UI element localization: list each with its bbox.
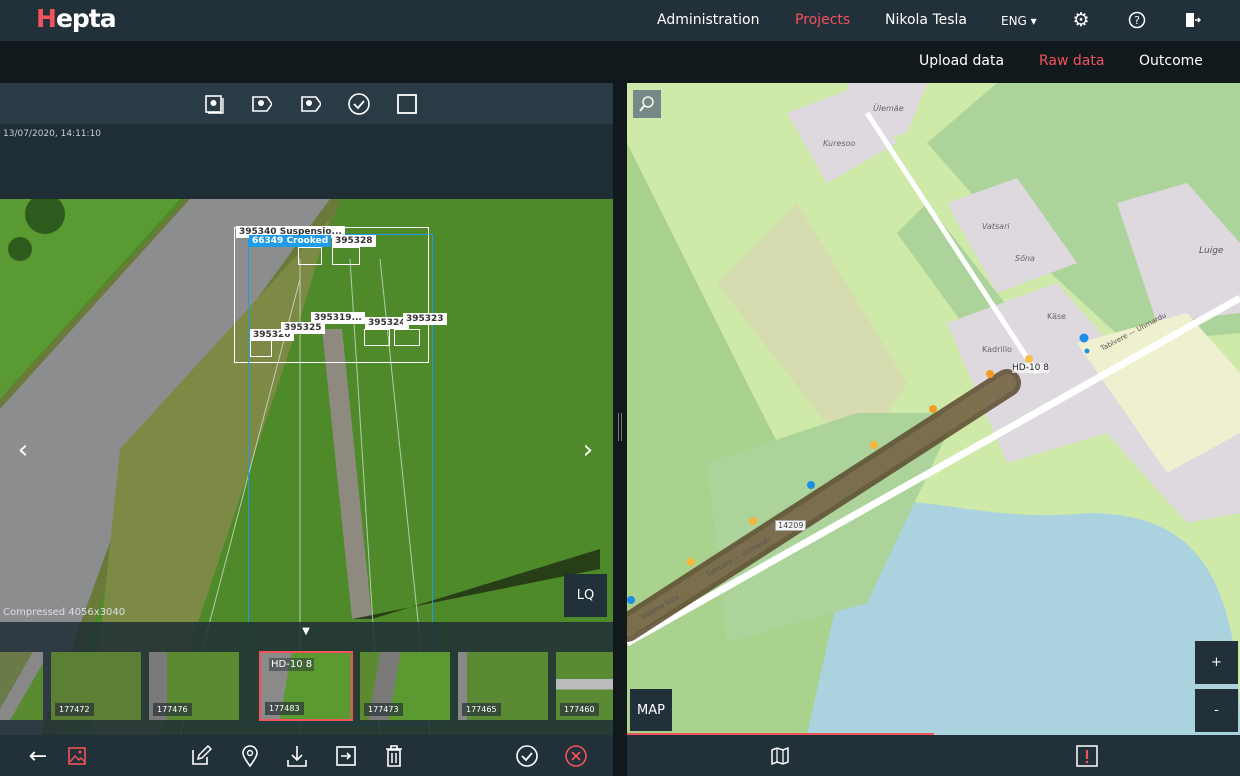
language-value: ENG	[1001, 14, 1027, 28]
subnav-raw-data[interactable]: Raw data	[1039, 53, 1104, 69]
hepta-logo[interactable]: Hepta	[36, 4, 117, 33]
search-map-icon[interactable]	[633, 90, 661, 118]
map-icon[interactable]	[769, 745, 791, 767]
top-header: Hepta Administration Projects Nikola Tes…	[0, 0, 1240, 41]
annotation-box[interactable]	[298, 247, 322, 265]
viewer-bottom-toolbar: ←	[0, 735, 613, 776]
approve-icon[interactable]	[515, 744, 539, 768]
annotation-label-crooked[interactable]: 66349 Crooked	[249, 235, 332, 247]
help-icon[interactable]: ?	[1127, 10, 1147, 30]
annotation-label[interactable]: 395323	[403, 313, 447, 325]
collapse-strip-icon[interactable]: ▼	[299, 626, 313, 637]
back-arrow-icon[interactable]: ←	[26, 744, 50, 769]
show-tag-icon[interactable]	[299, 93, 321, 115]
image-viewer-panel: 13/07/2020, 14:11:10 395340 Suspensio...…	[0, 83, 613, 776]
map-label: Vatsari	[982, 222, 1010, 231]
subnav-upload-data[interactable]: Upload data	[919, 53, 1004, 69]
thumbnail[interactable]: 177472	[51, 652, 141, 720]
image-timestamp: 13/07/2020, 14:11:10	[3, 129, 102, 139]
language-select[interactable]: ENG ▾	[1001, 14, 1037, 28]
thumbnail-id: 177472	[55, 703, 94, 716]
map-canvas	[627, 83, 1240, 735]
download-icon[interactable]	[286, 744, 308, 768]
subnav-outcome[interactable]: Outcome	[1139, 53, 1203, 69]
map-label: Sõna	[1015, 254, 1035, 263]
thumbnail[interactable]: 177465	[458, 652, 548, 720]
alert-box-icon[interactable]	[1075, 743, 1099, 769]
thumbnail[interactable]: 177476	[149, 652, 239, 720]
annotation-box[interactable]	[250, 339, 272, 357]
map-label: Ülemäe	[873, 104, 904, 113]
quality-toggle-button[interactable]: LQ	[564, 574, 607, 617]
map-label: Luige	[1199, 246, 1224, 256]
svg-text:?: ?	[1134, 14, 1140, 27]
thumbnail-selected[interactable]: HD-10 8 177483	[259, 651, 353, 721]
pole-label: HD-10 8	[1012, 363, 1049, 373]
thumbnail[interactable]	[0, 652, 43, 720]
edit-icon[interactable]	[190, 745, 212, 767]
thumbnail-id: 177460	[560, 703, 599, 716]
previous-image-icon[interactable]: ‹	[10, 435, 36, 465]
zoom-in-button[interactable]: +	[1195, 641, 1238, 684]
annotation-label[interactable]: 395325	[281, 322, 325, 334]
active-tab-indicator	[627, 733, 934, 735]
thumbnail[interactable]: 177473	[360, 652, 450, 720]
gear-icon[interactable]: ⚙	[1071, 9, 1091, 31]
map-label: Kuresoo	[823, 139, 856, 148]
road-number-shield: 14209	[775, 520, 807, 531]
nav-user[interactable]: Nikola Tesla	[885, 12, 967, 28]
thumbnail-strip: ▼ 177472 177476 HD-10 8 177483 177473 177…	[0, 622, 613, 735]
check-icon[interactable]	[347, 92, 371, 116]
nav-administration[interactable]: Administration	[657, 12, 759, 28]
image-icon[interactable]	[66, 745, 88, 767]
zoom-out-button[interactable]: -	[1195, 689, 1238, 732]
bounding-box-icon[interactable]	[395, 92, 419, 116]
map-bottom-tabs	[627, 733, 1240, 776]
trash-icon[interactable]	[383, 744, 405, 768]
thumbnail-id: 177473	[364, 703, 403, 716]
map-label: Käse	[1047, 312, 1067, 321]
annotation-label[interactable]: 395328	[332, 235, 376, 247]
thumbnail-id: 177476	[153, 703, 192, 716]
location-pin-icon[interactable]	[239, 744, 261, 768]
logout-icon[interactable]	[1182, 10, 1202, 30]
reject-icon[interactable]	[564, 744, 588, 768]
thumbnail[interactable]: 177460	[556, 652, 613, 720]
annotation-box[interactable]	[332, 247, 360, 265]
map-label: Kadrillo	[982, 345, 1012, 354]
next-image-icon[interactable]: ›	[575, 435, 601, 465]
viewer-toolbar	[0, 83, 613, 124]
annotation-box[interactable]	[394, 329, 420, 346]
show-all-tags-icon[interactable]	[250, 93, 272, 115]
thumbnail-id: 177465	[462, 703, 501, 716]
thumbnail-title: HD-10 8	[269, 658, 315, 671]
map-view[interactable]: Ülemäe Kuresoo Vatsari Sõna Luige Käse K…	[627, 83, 1240, 735]
panel-resize-handle[interactable]	[613, 83, 627, 776]
map-layer-button[interactable]: MAP	[630, 689, 672, 731]
compression-info: Compressed 4056x3040	[3, 607, 126, 618]
show-all-images-icon[interactable]	[203, 93, 225, 115]
annotation-box[interactable]	[364, 329, 390, 346]
move-to-icon[interactable]	[334, 744, 358, 768]
thumbnail-id: 177483	[265, 702, 304, 715]
nav-projects[interactable]: Projects	[795, 12, 850, 28]
